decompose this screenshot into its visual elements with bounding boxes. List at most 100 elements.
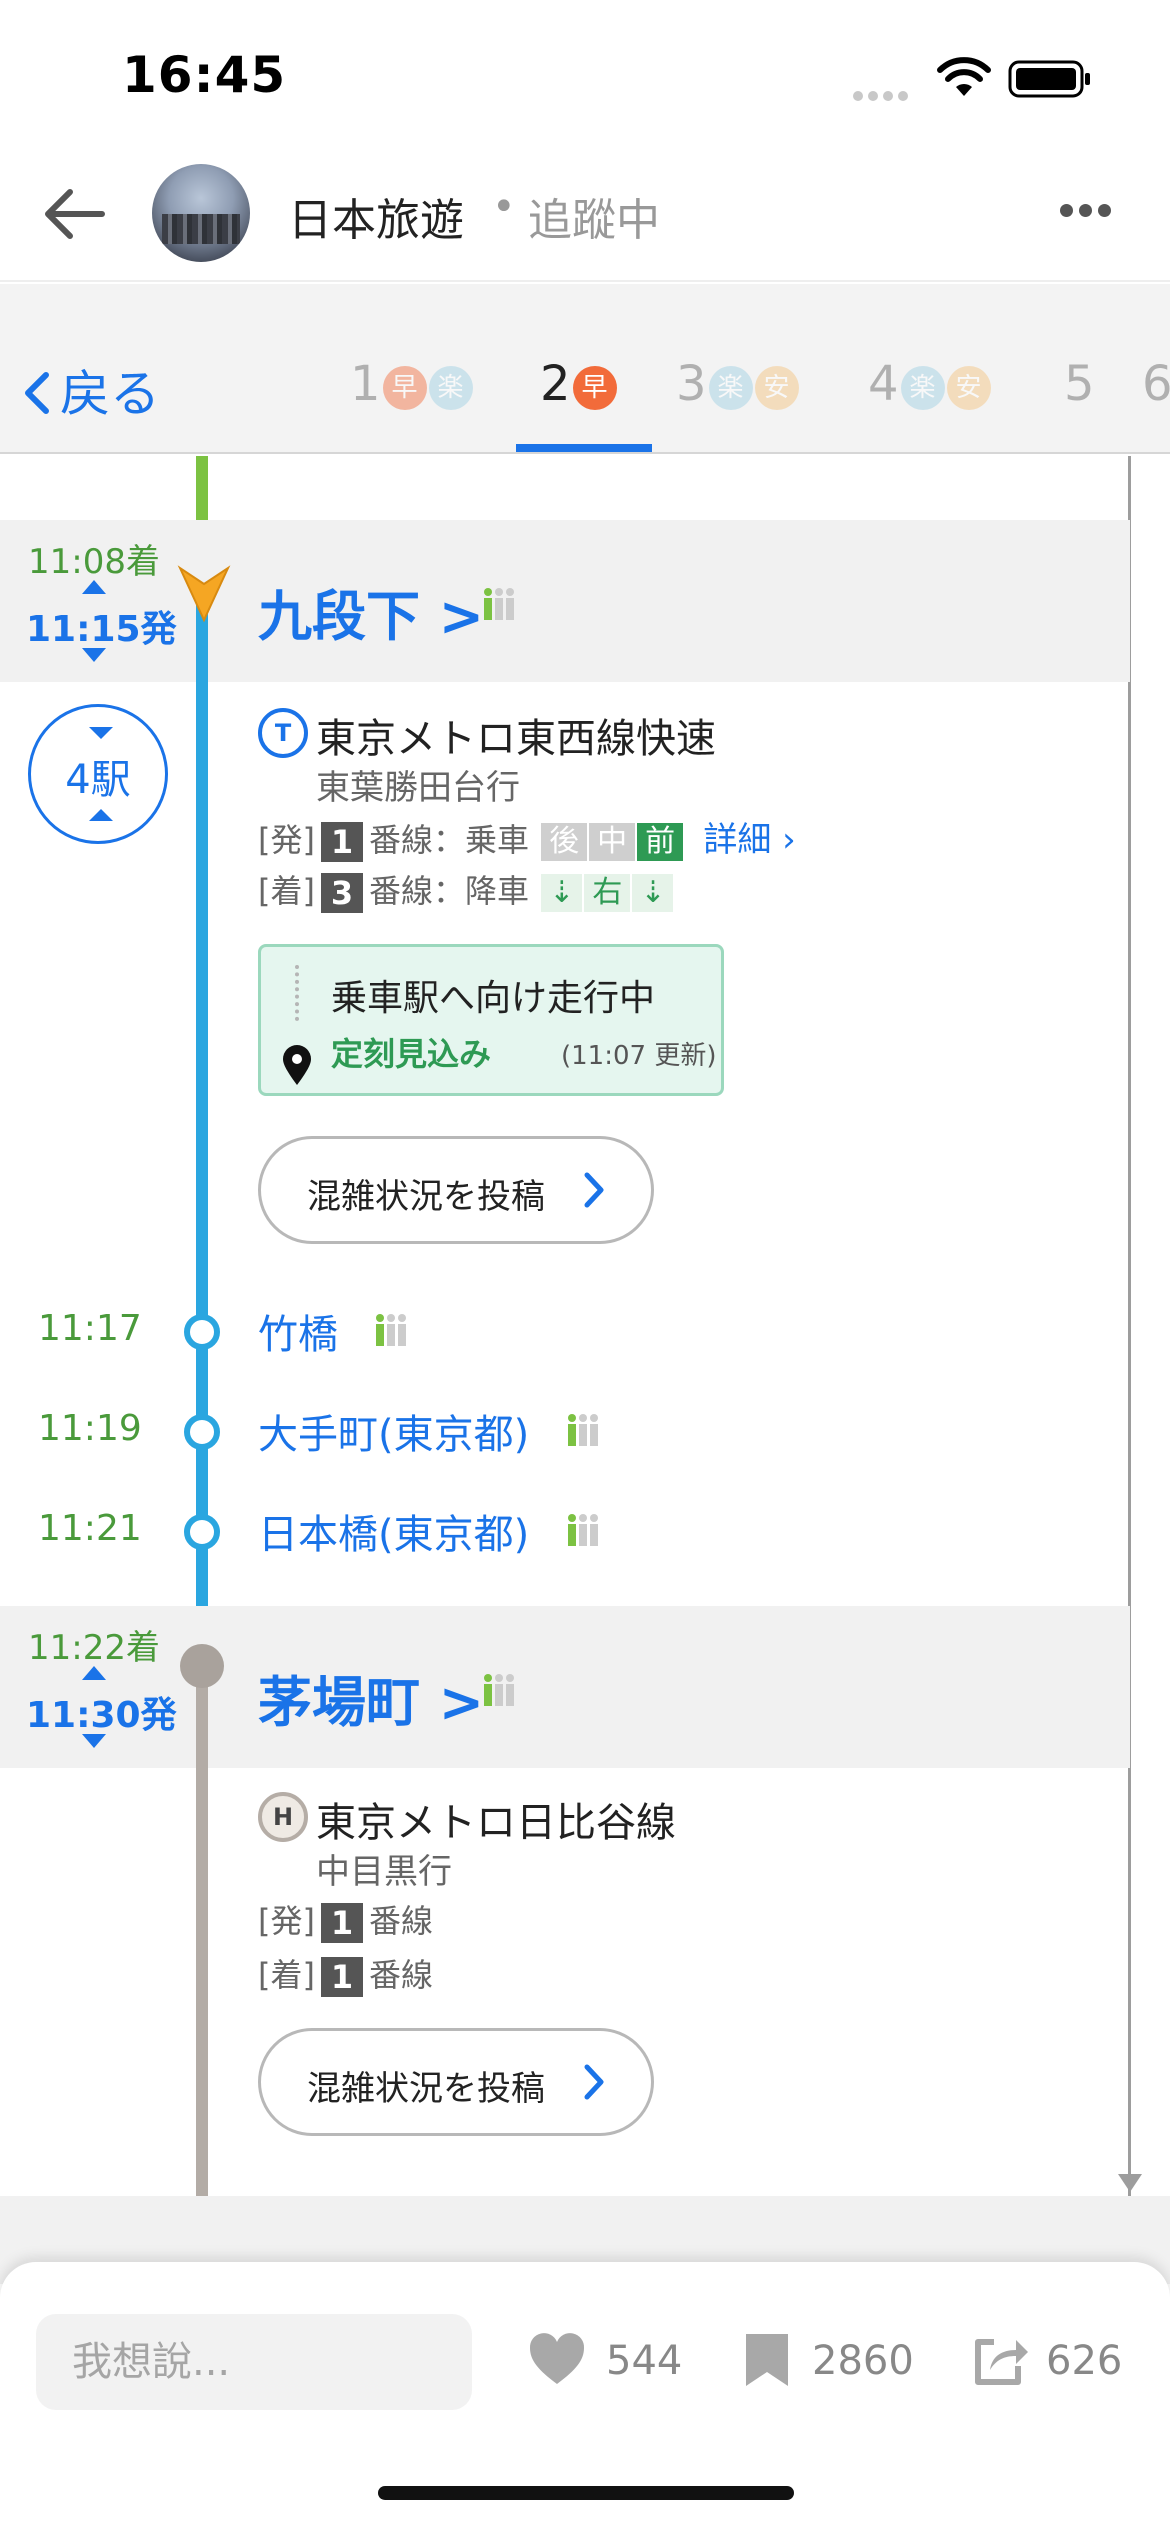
header-separator: • bbox=[492, 184, 516, 230]
tab-number: 2 bbox=[540, 356, 571, 412]
time-up-icon[interactable] bbox=[80, 578, 108, 596]
wifi-icon bbox=[937, 57, 991, 96]
route-tab-1[interactable]: 1早楽 bbox=[350, 356, 473, 412]
car-front: 前 bbox=[637, 823, 684, 861]
line-name: 東京メトロ東西線快速 bbox=[316, 716, 716, 762]
car-detail-link[interactable]: 詳細 › bbox=[703, 820, 795, 860]
cheap-badge: 安 bbox=[754, 366, 799, 410]
timeline-hibiya-segment bbox=[196, 1684, 208, 2284]
dep-label: [発] bbox=[258, 821, 315, 859]
bookmark-icon bbox=[746, 2334, 788, 2386]
arr-track-text: 番線 bbox=[368, 1956, 433, 1994]
back-arrow-icon[interactable] bbox=[40, 184, 108, 244]
crowd-level-icon bbox=[484, 588, 514, 620]
stop-row-otemachi[interactable]: 11:19 大手町(東京都) bbox=[0, 1396, 1100, 1466]
easy-badge: 楽 bbox=[708, 366, 753, 410]
active-tab-indicator bbox=[516, 444, 652, 452]
heart-icon bbox=[529, 2333, 585, 2384]
route-tab-bar: 戻る 1早楽 2早 3楽安 4楽安 5 6 bbox=[0, 284, 1170, 454]
post-congestion-button[interactable]: 混雑状況を投稿 bbox=[258, 2028, 654, 2136]
dep-label: [発] bbox=[258, 1902, 315, 1940]
arrival-time: 11:22着 bbox=[28, 1628, 160, 1668]
bookmark-button[interactable]: 2860 bbox=[742, 2330, 942, 2394]
crowd-level-icon bbox=[568, 1514, 598, 1546]
chevron-right-icon bbox=[584, 1172, 604, 1208]
departure-time: 11:30発 bbox=[26, 1695, 177, 1736]
transfer-node bbox=[180, 1644, 224, 1688]
route-tab-6[interactable]: 6 bbox=[1142, 356, 1170, 412]
track-dots bbox=[295, 965, 299, 1021]
stop-node bbox=[184, 1314, 220, 1350]
share-count: 626 bbox=[1046, 2338, 1123, 2384]
station-name-kayabacho[interactable]: 茅場町 > bbox=[258, 1658, 484, 1737]
like-count: 544 bbox=[606, 2338, 683, 2384]
more-options-icon[interactable] bbox=[1060, 202, 1120, 218]
arr-track-text: 番線：降車 bbox=[368, 872, 529, 910]
arr-track-number: 1 bbox=[320, 1957, 363, 1997]
current-position-icon bbox=[177, 565, 231, 623]
stops-count-label: 4駅 bbox=[65, 757, 131, 803]
share-button[interactable]: 626 bbox=[970, 2330, 1150, 2394]
chevron-up-icon bbox=[89, 809, 113, 821]
tab-number: 4 bbox=[868, 356, 899, 412]
route-tab-2[interactable]: 2早 bbox=[540, 356, 617, 412]
station-name-kudanshita[interactable]: 九段下 > bbox=[258, 572, 484, 651]
battery-icon bbox=[1008, 60, 1090, 98]
stop-row-takebashi[interactable]: 11:17 竹橋 bbox=[0, 1296, 1100, 1366]
stop-time: 11:17 bbox=[38, 1308, 142, 1349]
arrival-platform: [着] 3 番線：降車 ⇣ 右 ⇣ bbox=[258, 866, 674, 913]
home-indicator bbox=[378, 2486, 794, 2500]
stops-count-toggle[interactable]: 4駅 bbox=[28, 704, 168, 844]
bookmark-count: 2860 bbox=[812, 2338, 914, 2384]
time-down-icon[interactable] bbox=[80, 1732, 108, 1750]
stairs-icon: ⇣ bbox=[541, 874, 583, 912]
dep-track-number: 1 bbox=[320, 822, 363, 862]
stop-name[interactable]: 大手町(東京都) bbox=[258, 1402, 529, 1460]
live-status-text: 乗車駅へ向け走行中 bbox=[331, 978, 656, 1019]
stop-time: 11:21 bbox=[38, 1508, 142, 1549]
chevron-down-icon bbox=[89, 727, 113, 739]
time-up-icon[interactable] bbox=[80, 1664, 108, 1682]
hibiya-line-icon: H bbox=[258, 1792, 308, 1842]
location-pin-icon bbox=[283, 1045, 311, 1085]
crowd-level-icon bbox=[568, 1414, 598, 1446]
live-train-status[interactable]: 乗車駅へ向け走行中 定刻見込み (11:07 更新) bbox=[258, 944, 724, 1096]
car-rear: 後 bbox=[541, 823, 588, 861]
dep-track-text: 番線：乗車 bbox=[368, 821, 529, 859]
stop-time: 11:19 bbox=[38, 1408, 142, 1449]
line-destination: 東葉勝田台行 bbox=[316, 768, 520, 808]
arr-track-number: 3 bbox=[320, 873, 363, 913]
route-tab-5[interactable]: 5 bbox=[1064, 356, 1095, 412]
signal-icon bbox=[853, 86, 913, 101]
group-avatar[interactable] bbox=[152, 164, 250, 262]
car-middle: 中 bbox=[589, 823, 636, 861]
route-tab-3[interactable]: 3楽安 bbox=[676, 356, 799, 412]
tab-number: 3 bbox=[676, 356, 707, 412]
dep-track-text: 番線 bbox=[368, 1902, 433, 1940]
route-screenshot: 戻る 1早楽 2早 3楽安 4楽安 5 6 11:08着 11:15発 九段下 … bbox=[0, 284, 1170, 2284]
stop-name[interactable]: 竹橋 bbox=[258, 1302, 338, 1360]
arr-label: [着] bbox=[258, 1956, 315, 1994]
status-bar: 16:45 bbox=[0, 0, 1170, 150]
fast-badge: 早 bbox=[382, 366, 427, 410]
departure-time: 11:15発 bbox=[26, 609, 177, 650]
fast-badge: 早 bbox=[572, 366, 617, 410]
comment-input[interactable] bbox=[36, 2314, 472, 2410]
stop-name[interactable]: 日本橋(東京都) bbox=[258, 1502, 529, 1560]
easy-badge: 楽 bbox=[900, 366, 945, 410]
detail-label: 詳細 bbox=[703, 820, 772, 860]
post-congestion-button[interactable]: 混雑状況を投稿 bbox=[258, 1136, 654, 1244]
tab-number: 1 bbox=[350, 356, 381, 412]
like-button[interactable]: 544 bbox=[526, 2330, 706, 2394]
arrival-platform: [着] 1 番線 bbox=[258, 1950, 433, 1997]
status-time: 16:45 bbox=[122, 46, 287, 104]
departure-platform: [発] 1 番線：乗車 後中前 詳細 › bbox=[258, 812, 796, 862]
follow-status[interactable]: 追蹤中 bbox=[528, 184, 660, 248]
crowd-level-icon bbox=[484, 1674, 514, 1706]
route-tab-4[interactable]: 4楽安 bbox=[868, 356, 991, 412]
time-down-icon[interactable] bbox=[80, 646, 108, 664]
stop-row-nihonbashi[interactable]: 11:21 日本橋(東京都) bbox=[0, 1496, 1100, 1566]
group-name[interactable]: 日本旅遊 bbox=[288, 184, 464, 248]
route-back-button[interactable]: 戻る bbox=[22, 354, 160, 426]
post-congestion-label: 混雑状況を投稿 bbox=[307, 1177, 545, 1217]
